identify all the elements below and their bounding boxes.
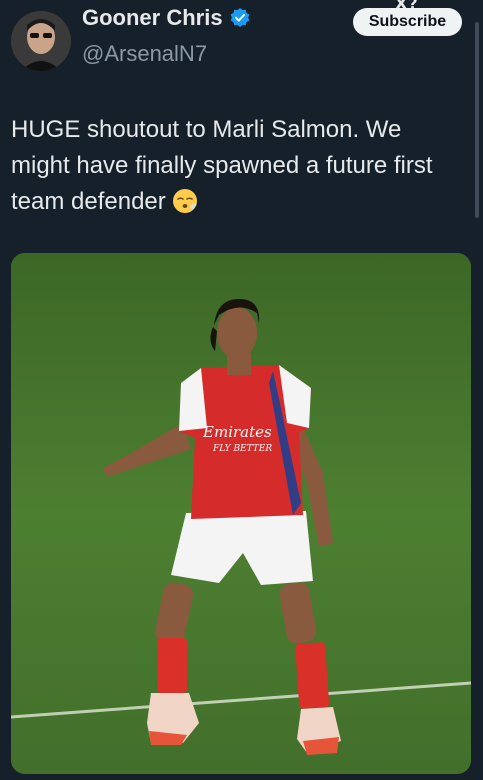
face-exhaling-emoji-icon [173,189,198,213]
tweet-text: HUGE shoutout to Marli Salmon. We might … [11,112,461,220]
tweet-body: HUGE shoutout to Marli Salmon. We might … [11,116,433,215]
shirt-sponsor-text: Emirates [202,423,272,441]
avatar-image [11,11,71,71]
user-handle[interactable]: @ArsenalN7 [82,41,207,67]
display-name[interactable]: Gooner Chris [82,5,251,31]
football-player-photo: Emirates FLY BETTER [11,253,471,774]
shirt-sponsor-subtext: FLY BETTER [212,444,272,454]
display-name-text: Gooner Chris [82,5,223,30]
tweet-media-image[interactable]: Emirates FLY BETTER [11,253,471,774]
scrollbar[interactable] [475,22,479,218]
avatar[interactable] [11,11,71,71]
verified-badge-icon [230,8,249,27]
subscribe-button[interactable]: Subscribe [353,8,462,36]
